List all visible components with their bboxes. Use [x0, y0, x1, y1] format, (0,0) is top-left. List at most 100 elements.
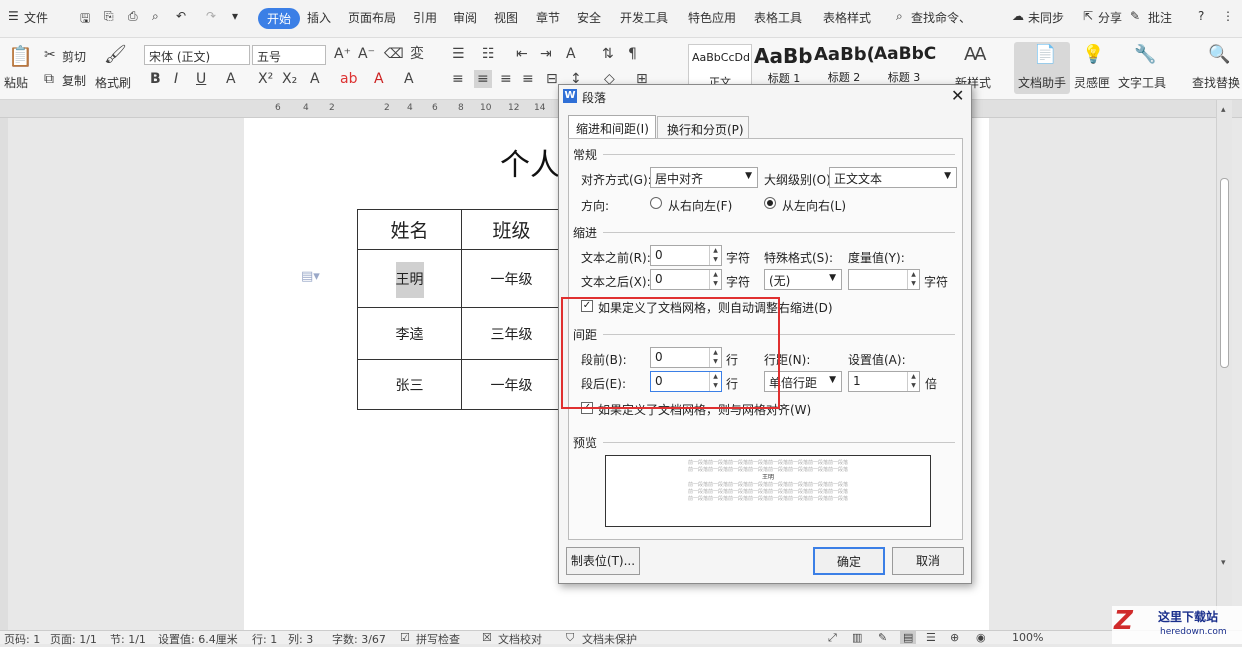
- style-heading2[interactable]: AaBb( 标题 2: [814, 44, 875, 88]
- tab-references[interactable]: 引用: [413, 9, 437, 26]
- tab-line-page-breaks[interactable]: 换行和分页(P): [657, 116, 749, 138]
- fullscreen-icon[interactable]: ⤢: [828, 631, 837, 645]
- clear-format-icon[interactable]: ⌫: [384, 47, 404, 61]
- table-cell[interactable]: 一年级: [461, 249, 562, 308]
- font-family-select[interactable]: 宋体 (正文): [144, 45, 250, 65]
- undo-icon[interactable]: ↶: [176, 9, 186, 23]
- zoom-level[interactable]: 100%: [1012, 631, 1043, 644]
- tab-chapter[interactable]: 章节: [536, 9, 560, 26]
- find-replace-button[interactable]: 查找替换: [1192, 74, 1240, 91]
- tab-home[interactable]: 开始: [258, 8, 301, 29]
- doc-assistant-button[interactable]: 文档助手: [1018, 74, 1066, 91]
- status-setting[interactable]: 设置值: 6.4厘米: [158, 631, 238, 647]
- scroll-down-icon[interactable]: ▾: [1221, 558, 1226, 568]
- more-icon[interactable]: ▾: [232, 9, 238, 23]
- tab-indent-spacing[interactable]: 缩进和间距(I): [568, 115, 656, 138]
- menu-icon[interactable]: ☰: [8, 9, 19, 23]
- ok-button[interactable]: 确定: [813, 547, 885, 575]
- status-pages[interactable]: 页面: 1/1: [50, 631, 97, 647]
- sort-icon[interactable]: ⇅: [602, 47, 614, 61]
- align-center-icon[interactable]: ≡: [474, 70, 492, 88]
- spinner-arrows-icon[interactable]: ▲ ▼: [907, 372, 919, 391]
- outline-view-icon[interactable]: ☰: [926, 631, 936, 644]
- increase-indent-icon[interactable]: ⇥: [540, 47, 552, 61]
- italic-icon[interactable]: I: [174, 72, 178, 86]
- command-search[interactable]: 查找命令、: [911, 9, 971, 26]
- tab-view[interactable]: 视图: [494, 9, 518, 26]
- special-format-select[interactable]: (无) ▼: [764, 269, 842, 290]
- scroll-thumb[interactable]: [1220, 178, 1229, 368]
- table-cell[interactable]: 张三: [357, 359, 462, 410]
- document-table[interactable]: 姓名 班级 王明 一年级 李逵 三年级 张三 一年级: [357, 209, 562, 410]
- measure-spinner[interactable]: ▲ ▼: [848, 269, 920, 290]
- decrease-indent-icon[interactable]: ⇤: [516, 47, 528, 61]
- web-view-icon[interactable]: ⊕: [950, 631, 959, 644]
- table-cell[interactable]: 王明: [357, 249, 462, 308]
- comment-button[interactable]: 批注: [1148, 9, 1172, 26]
- before-text-spinner[interactable]: 0 ▲ ▼: [650, 245, 722, 266]
- status-unprotected[interactable]: 文档未保护: [582, 631, 637, 647]
- justify-icon[interactable]: ≡: [522, 72, 534, 86]
- unit-char-label[interactable]: 字符: [726, 249, 750, 266]
- highlight-icon[interactable]: ab: [340, 72, 357, 86]
- more-options-icon[interactable]: ⋮: [1222, 9, 1234, 23]
- spinner-arrows-icon[interactable]: ▲ ▼: [709, 246, 721, 265]
- text-effect-icon[interactable]: A: [310, 72, 320, 86]
- tab-insert[interactable]: 插入: [307, 9, 331, 26]
- sync-status[interactable]: 未同步: [1028, 9, 1064, 26]
- page-view-icon[interactable]: ▤: [900, 631, 917, 644]
- style-heading1[interactable]: AaBb 标题 1: [754, 44, 814, 88]
- tab-table-tools[interactable]: 表格工具: [754, 9, 802, 26]
- scroll-up-icon[interactable]: ▴: [1221, 105, 1226, 115]
- close-icon[interactable]: ✕: [951, 86, 964, 105]
- unit-char-label[interactable]: 字符: [726, 273, 750, 290]
- status-words[interactable]: 字数: 3/67: [332, 631, 386, 647]
- preview-icon[interactable]: ⌕: [152, 9, 159, 24]
- eye-icon[interactable]: ◉: [976, 631, 986, 644]
- text-tools-button[interactable]: 文字工具: [1118, 74, 1166, 91]
- redo-icon[interactable]: ↷: [206, 9, 216, 23]
- dialog-titlebar[interactable]: W 段落 ✕: [559, 85, 971, 107]
- spinner-arrows-icon[interactable]: ▲ ▼: [709, 270, 721, 289]
- share-button[interactable]: 分享: [1098, 9, 1122, 26]
- status-spell[interactable]: 拼写检查: [416, 631, 460, 647]
- paste-icon[interactable]: 📋: [8, 46, 33, 66]
- file-menu[interactable]: 文件: [24, 9, 48, 26]
- style-normal[interactable]: AaBbCcDd 正文: [688, 44, 752, 89]
- phonetic-icon[interactable]: 変: [410, 47, 424, 61]
- tab-table-style[interactable]: 表格样式: [823, 9, 871, 26]
- setting-spinner[interactable]: 1 ▲ ▼: [848, 371, 920, 392]
- help-icon[interactable]: ?: [1198, 9, 1204, 23]
- grow-font-icon[interactable]: A⁺: [334, 47, 351, 61]
- unit-char-label[interactable]: 字符: [924, 273, 948, 290]
- table-header-cell[interactable]: 班级: [461, 209, 562, 250]
- export-icon[interactable]: ⎘: [104, 9, 114, 24]
- subscript-icon[interactable]: X₂: [282, 72, 297, 86]
- status-page[interactable]: 页码: 1: [4, 631, 40, 647]
- cloud-icon[interactable]: ☁: [1012, 9, 1024, 23]
- number-list-icon[interactable]: ☷: [482, 47, 495, 61]
- status-section[interactable]: 节: 1/1: [110, 631, 146, 647]
- write-mode-icon[interactable]: ✎: [878, 631, 887, 644]
- ltr-label[interactable]: 从左向右(L): [782, 197, 846, 214]
- superscript-icon[interactable]: X²: [258, 72, 273, 86]
- vertical-scrollbar[interactable]: ▴ ▾: [1216, 100, 1232, 630]
- status-proof[interactable]: 文档校对: [498, 631, 542, 647]
- after-text-spinner[interactable]: 0 ▲ ▼: [650, 269, 722, 290]
- table-cell[interactable]: 一年级: [461, 359, 562, 410]
- tab-security[interactable]: 安全: [577, 9, 601, 26]
- read-mode-icon[interactable]: ▥: [852, 631, 862, 644]
- save-icon[interactable]: 🖫: [80, 9, 90, 30]
- ltr-radio[interactable]: [764, 197, 776, 209]
- bullet-list-icon[interactable]: ☰: [452, 47, 465, 61]
- shrink-font-icon[interactable]: A⁻: [358, 47, 375, 61]
- font-color-icon[interactable]: A: [374, 72, 384, 86]
- spinner-arrows-icon[interactable]: ▲ ▼: [907, 270, 919, 289]
- cancel-button[interactable]: 取消: [892, 547, 964, 575]
- underline-icon[interactable]: U: [196, 72, 206, 86]
- print-icon[interactable]: ⎙: [128, 9, 138, 24]
- table-header-cell[interactable]: 姓名: [357, 209, 462, 250]
- share-icon[interactable]: ⇱: [1083, 9, 1093, 23]
- vertical-ruler[interactable]: [0, 118, 8, 630]
- distributed-icon[interactable]: ⊟: [546, 72, 558, 86]
